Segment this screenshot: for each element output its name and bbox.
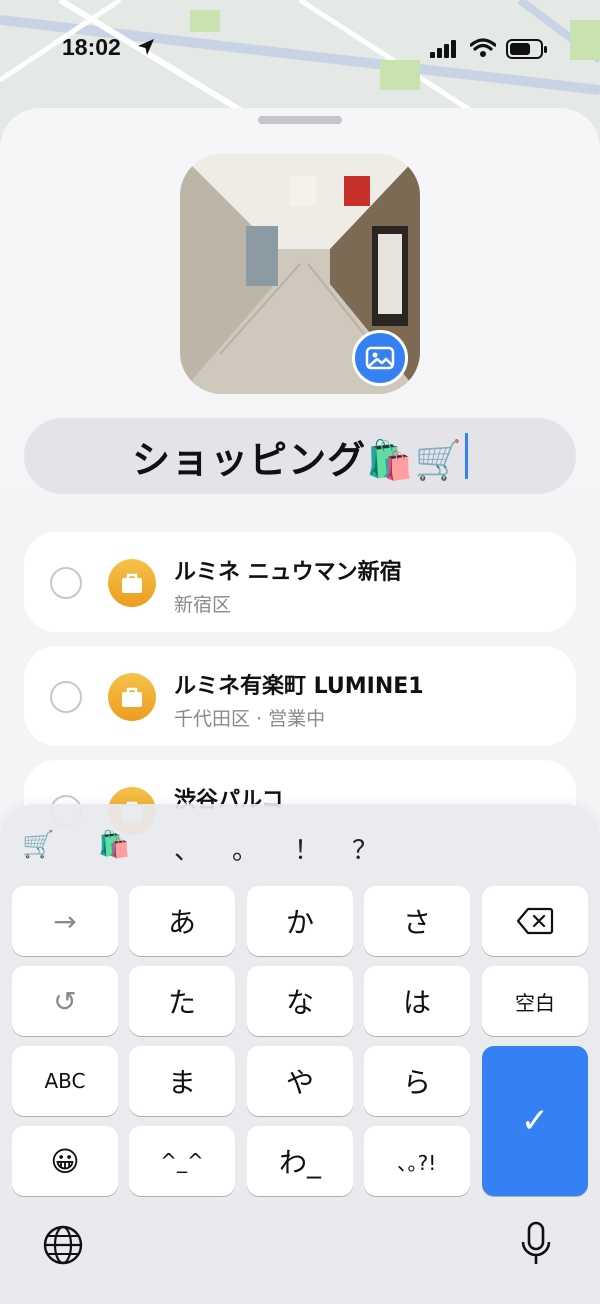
space-key[interactable]: 空白 [482, 966, 588, 1036]
select-circle[interactable] [50, 567, 82, 599]
text-caret [464, 433, 468, 479]
status-bar: 18:02 [0, 0, 600, 96]
candidate-question[interactable]: ？ [352, 830, 378, 867]
key-wa[interactable]: わ_ [247, 1126, 353, 1196]
key-ta[interactable]: た [129, 966, 235, 1036]
candidate-cart[interactable]: 🛒 [22, 830, 54, 860]
key-ra[interactable]: ら [364, 1046, 470, 1116]
list-item[interactable]: ルミネ ニュウマン新宿 新宿区 [24, 532, 576, 632]
key-na[interactable]: な [247, 966, 353, 1036]
candidate-exclamation[interactable]: ！ [294, 830, 320, 867]
japanese-kana-keyboard: 🛒 🛍️ 、 。 ！ ？ → あ か さ ↺ た な は 空白 ABC ま や … [0, 804, 600, 1304]
key-ha[interactable]: は [364, 966, 470, 1036]
checkmark-icon: ✓ [520, 1101, 550, 1141]
place-subtitle: 新宿区 [174, 594, 232, 616]
candidate-bags[interactable]: 🛍️ [98, 830, 130, 860]
place-subtitle: 千代田区 · 営業中 [174, 708, 326, 730]
undo-key[interactable]: ↺ [12, 966, 118, 1036]
candidate-comma[interactable]: 、 [174, 830, 200, 867]
sheet-grabber[interactable] [258, 116, 342, 124]
emoji-key[interactable]: 😀 [12, 1126, 118, 1196]
key-sa[interactable]: さ [364, 886, 470, 956]
change-photo-button[interactable] [352, 330, 408, 386]
microphone-icon[interactable] [518, 1220, 554, 1268]
location-arrow-icon [138, 39, 154, 55]
punctuation-key[interactable]: ､｡?! [364, 1126, 470, 1196]
status-time: 18:02 [62, 34, 121, 60]
delete-key[interactable] [482, 886, 588, 956]
backspace-icon [516, 907, 554, 935]
key-a[interactable]: あ [129, 886, 235, 956]
key-ma[interactable]: ま [129, 1046, 235, 1116]
list-name-text: ショッピング🛍️🛒 [132, 437, 463, 482]
cellular-signal-icon [430, 40, 456, 58]
shopping-bag-icon [108, 559, 156, 607]
key-ya[interactable]: や [247, 1046, 353, 1116]
list-name-input[interactable]: ショッピング🛍️🛒 [24, 418, 576, 494]
key-ka[interactable]: か [247, 886, 353, 956]
select-circle[interactable] [50, 681, 82, 713]
place-title: ルミネ有楽町 LUMINE1 [174, 674, 424, 699]
globe-icon[interactable] [42, 1224, 84, 1266]
battery-icon [506, 39, 547, 59]
abc-key[interactable]: ABC [12, 1046, 118, 1116]
photo-icon [365, 346, 395, 370]
confirm-key[interactable]: ✓ [482, 1046, 588, 1196]
wifi-icon [470, 38, 496, 57]
candidate-period[interactable]: 。 [232, 830, 258, 867]
next-char-key[interactable]: → [12, 886, 118, 956]
shopping-bag-icon [108, 673, 156, 721]
place-title: ルミネ ニュウマン新宿 [174, 560, 402, 585]
list-item[interactable]: ルミネ有楽町 LUMINE1 千代田区 · 営業中 [24, 646, 576, 746]
kaomoji-key[interactable]: ^_^ [129, 1126, 235, 1196]
